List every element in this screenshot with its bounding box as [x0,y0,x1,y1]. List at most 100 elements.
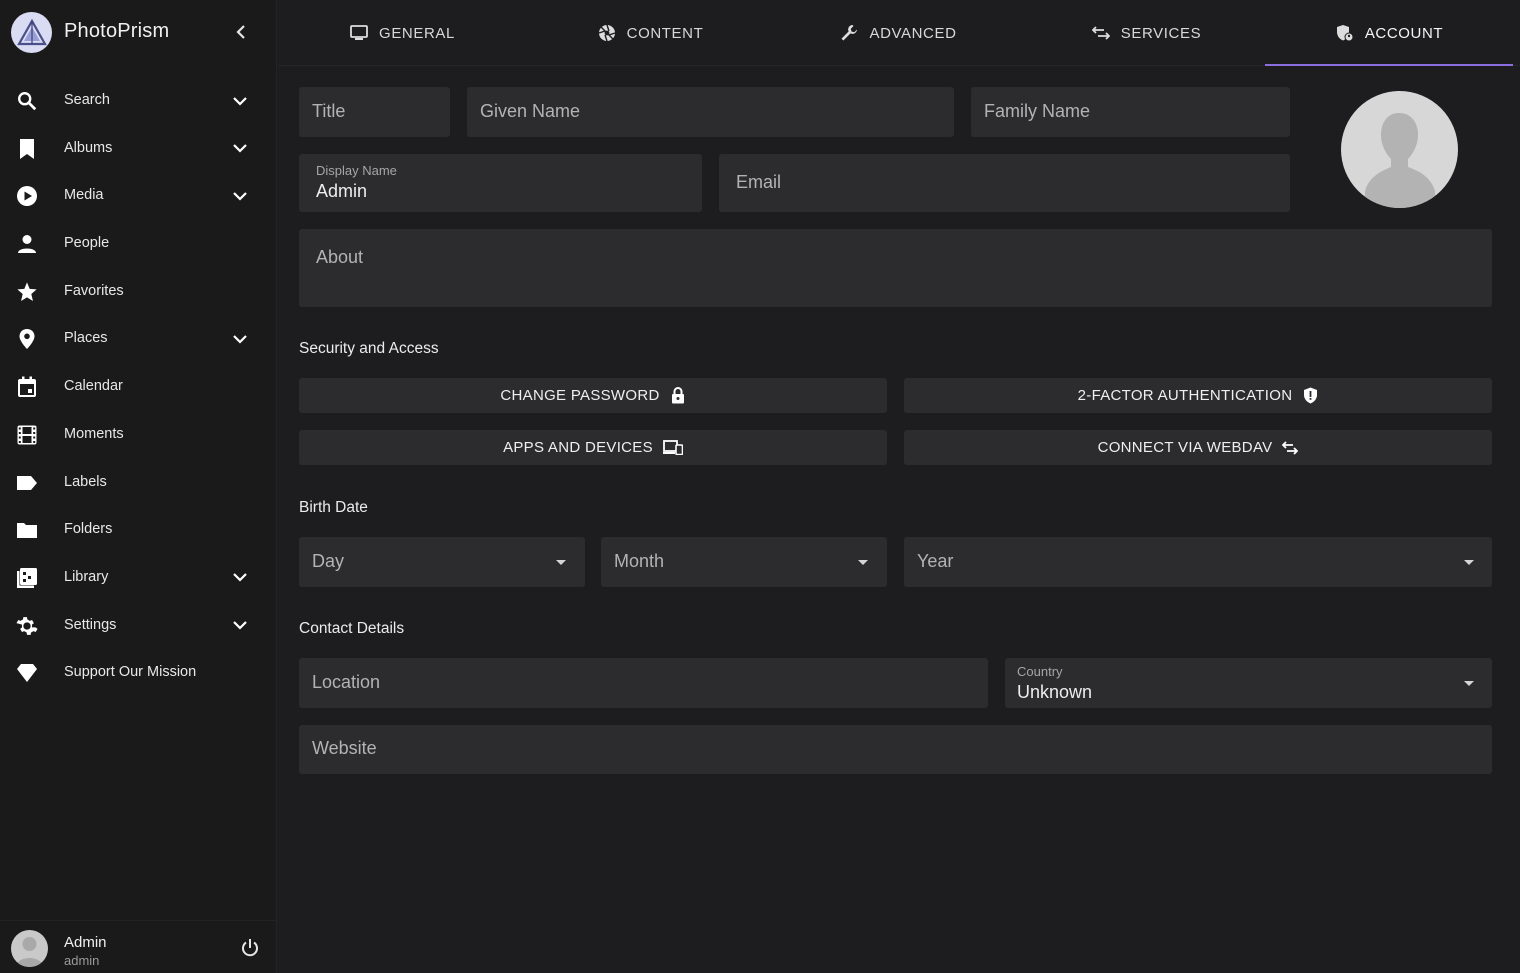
star-icon [16,281,38,303]
user-name: Admin [64,934,107,951]
sidebar-item-label: Favorites [64,282,124,299]
change-password-button[interactable]: CHANGE PASSWORD [299,378,887,413]
collapse-sidebar-button[interactable] [232,22,250,42]
tab-advanced[interactable]: ADVANCED [774,0,1022,66]
sidebar-item-search[interactable]: Search [0,77,277,125]
tab-label: ACCOUNT [1364,24,1444,42]
dropdown-arrow-icon [1464,681,1474,686]
person-icon [16,233,38,255]
sidebar-item-label: Folders [64,521,113,538]
website-field[interactable]: Website [299,725,1492,774]
chevron-down-icon[interactable] [231,331,249,347]
chevron-down-icon[interactable] [231,93,249,109]
button-label: CHANGE PASSWORD [500,387,660,404]
photoprism-logo[interactable] [11,12,52,53]
birth-month-select[interactable]: Month [601,537,887,587]
sidebar-item-calendar[interactable]: Calendar [0,363,277,411]
tab-label: CONTENT [626,24,704,42]
chevron-down-icon[interactable] [231,141,249,157]
sidebar-item-label: Calendar [64,378,123,395]
sidebar-item-library[interactable]: Library [0,554,277,602]
gear-icon [16,615,38,637]
tab-label: SERVICES [1120,24,1202,42]
title-field[interactable]: Title [299,87,450,137]
tab-account[interactable]: ACCOUNT [1265,0,1513,66]
brand: PhotoPrism [0,0,277,64]
sidebar-item-support-our-mission[interactable]: Support Our Mission [0,649,277,697]
button-label: CONNECT VIA WEBDAV [1097,439,1273,456]
play-circle-icon [16,185,38,207]
diamond-icon [16,662,38,684]
security-section-title: Security and Access [299,340,439,357]
label-icon [16,472,38,494]
country-select[interactable]: Country Unknown [1005,658,1492,708]
website-placeholder: Website [312,738,377,758]
day-placeholder: Day [312,551,345,571]
sidebar-item-moments[interactable]: Moments [0,411,277,459]
chevron-down-icon[interactable] [231,618,249,634]
sidebar-item-label: People [64,235,110,252]
display-name-field[interactable]: Display Name Admin [299,154,702,212]
sidebar-item-albums[interactable]: Albums [0,125,277,173]
sidebar-item-label: Albums [64,139,113,156]
bookmark-icon [16,138,38,160]
sidebar-item-media[interactable]: Media [0,172,277,220]
title-placeholder: Title [312,101,346,121]
about-field[interactable]: About [299,229,1492,307]
given-name-placeholder: Given Name [480,101,581,121]
map-pin-icon [16,328,38,350]
person-silhouette-icon [1365,113,1435,208]
given-name-field[interactable]: Given Name [467,87,954,137]
shield-alert-icon [1302,387,1318,404]
email-field[interactable]: Email [719,154,1290,212]
swap-icon [1091,23,1111,43]
logout-button[interactable] [239,937,261,959]
user-footer: Admin admin [0,920,277,973]
magnify-icon [16,90,38,112]
sidebar-item-labels[interactable]: Labels [0,459,277,507]
sidebar-nav: Search Albums Media People Favorites Pla… [0,77,277,697]
sidebar-item-people[interactable]: People [0,220,277,268]
about-placeholder: About [316,247,364,267]
tab-general[interactable]: GENERAL [278,0,526,66]
tab-services[interactable]: SERVICES [1022,0,1270,66]
sidebar-item-label: Library [64,568,109,585]
sidebar-item-places[interactable]: Places [0,315,277,363]
display-name-label: Display Name [316,163,397,178]
dropdown-arrow-icon [556,560,566,565]
sidebar-item-favorites[interactable]: Favorites [0,268,277,316]
sidebar: PhotoPrism Search Albums Media People Fa… [0,0,277,973]
country-label: Country [1017,664,1063,679]
email-placeholder: Email [736,172,782,192]
family-name-placeholder: Family Name [984,101,1091,121]
chevron-down-icon[interactable] [231,188,249,204]
birth-year-select[interactable]: Year [904,537,1492,587]
folder-icon [16,519,38,541]
sidebar-item-label: Labels [64,473,107,490]
birth-day-select[interactable]: Day [299,537,585,587]
button-label: 2-FACTOR AUTHENTICATION [1077,387,1293,404]
month-placeholder: Month [614,551,665,571]
apps-and-devices-button[interactable]: APPS AND DEVICES [299,430,887,465]
display-name-value: Admin [316,181,368,201]
family-name-field[interactable]: Family Name [971,87,1290,137]
tab-content[interactable]: CONTENT [526,0,774,66]
country-value: Unknown [1017,682,1093,702]
year-placeholder: Year [917,551,954,571]
location-field[interactable]: Location [299,658,988,708]
chevron-down-icon[interactable] [231,570,249,586]
connect-via-webdav-button[interactable]: CONNECT VIA WEBDAV [904,430,1492,465]
avatar[interactable] [11,930,48,967]
profile-avatar[interactable] [1341,91,1458,208]
dropdown-arrow-icon [1464,560,1474,565]
sidebar-item-settings[interactable]: Settings [0,602,277,650]
lock-icon [670,387,686,404]
calendar-icon [16,376,38,398]
sidebar-item-label: Media [64,187,104,204]
sidebar-item-label: Places [64,330,108,347]
sidebar-item-folders[interactable]: Folders [0,506,277,554]
two-factor-auth-button[interactable]: 2-FACTOR AUTHENTICATION [904,378,1492,413]
sidebar-item-label: Settings [64,616,117,633]
sidebar-item-label: Moments [64,425,124,442]
library-icon [16,567,38,589]
